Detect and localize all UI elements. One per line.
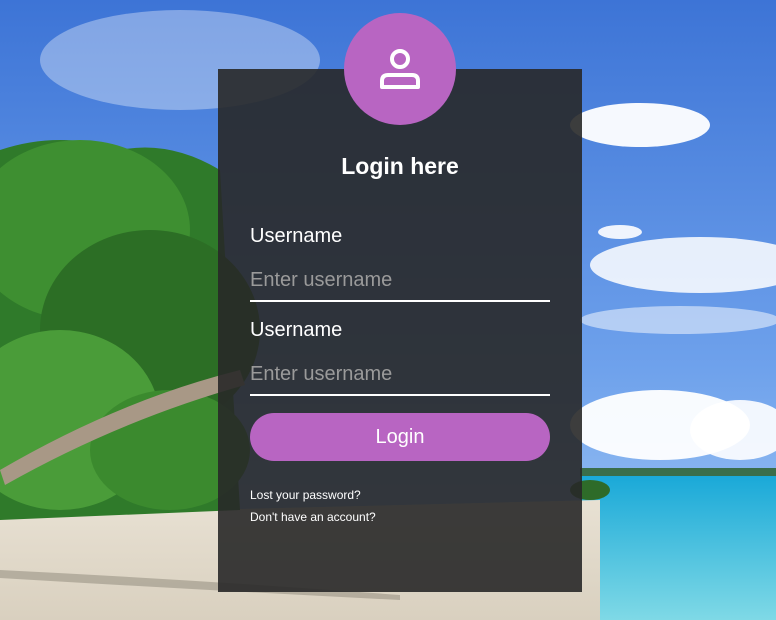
- username-label-2: Username: [250, 319, 343, 341]
- user-icon: [380, 49, 420, 89]
- username-input[interactable]: [250, 260, 550, 302]
- login-button[interactable]: Login: [250, 413, 550, 461]
- username-label: Username: [250, 225, 343, 247]
- lost-password-link[interactable]: Lost your password?: [250, 488, 361, 502]
- username-input-2[interactable]: [250, 354, 550, 396]
- page-title: Login here: [341, 153, 459, 179]
- avatar: [344, 13, 456, 125]
- signup-link[interactable]: Don't have an account?: [250, 510, 376, 524]
